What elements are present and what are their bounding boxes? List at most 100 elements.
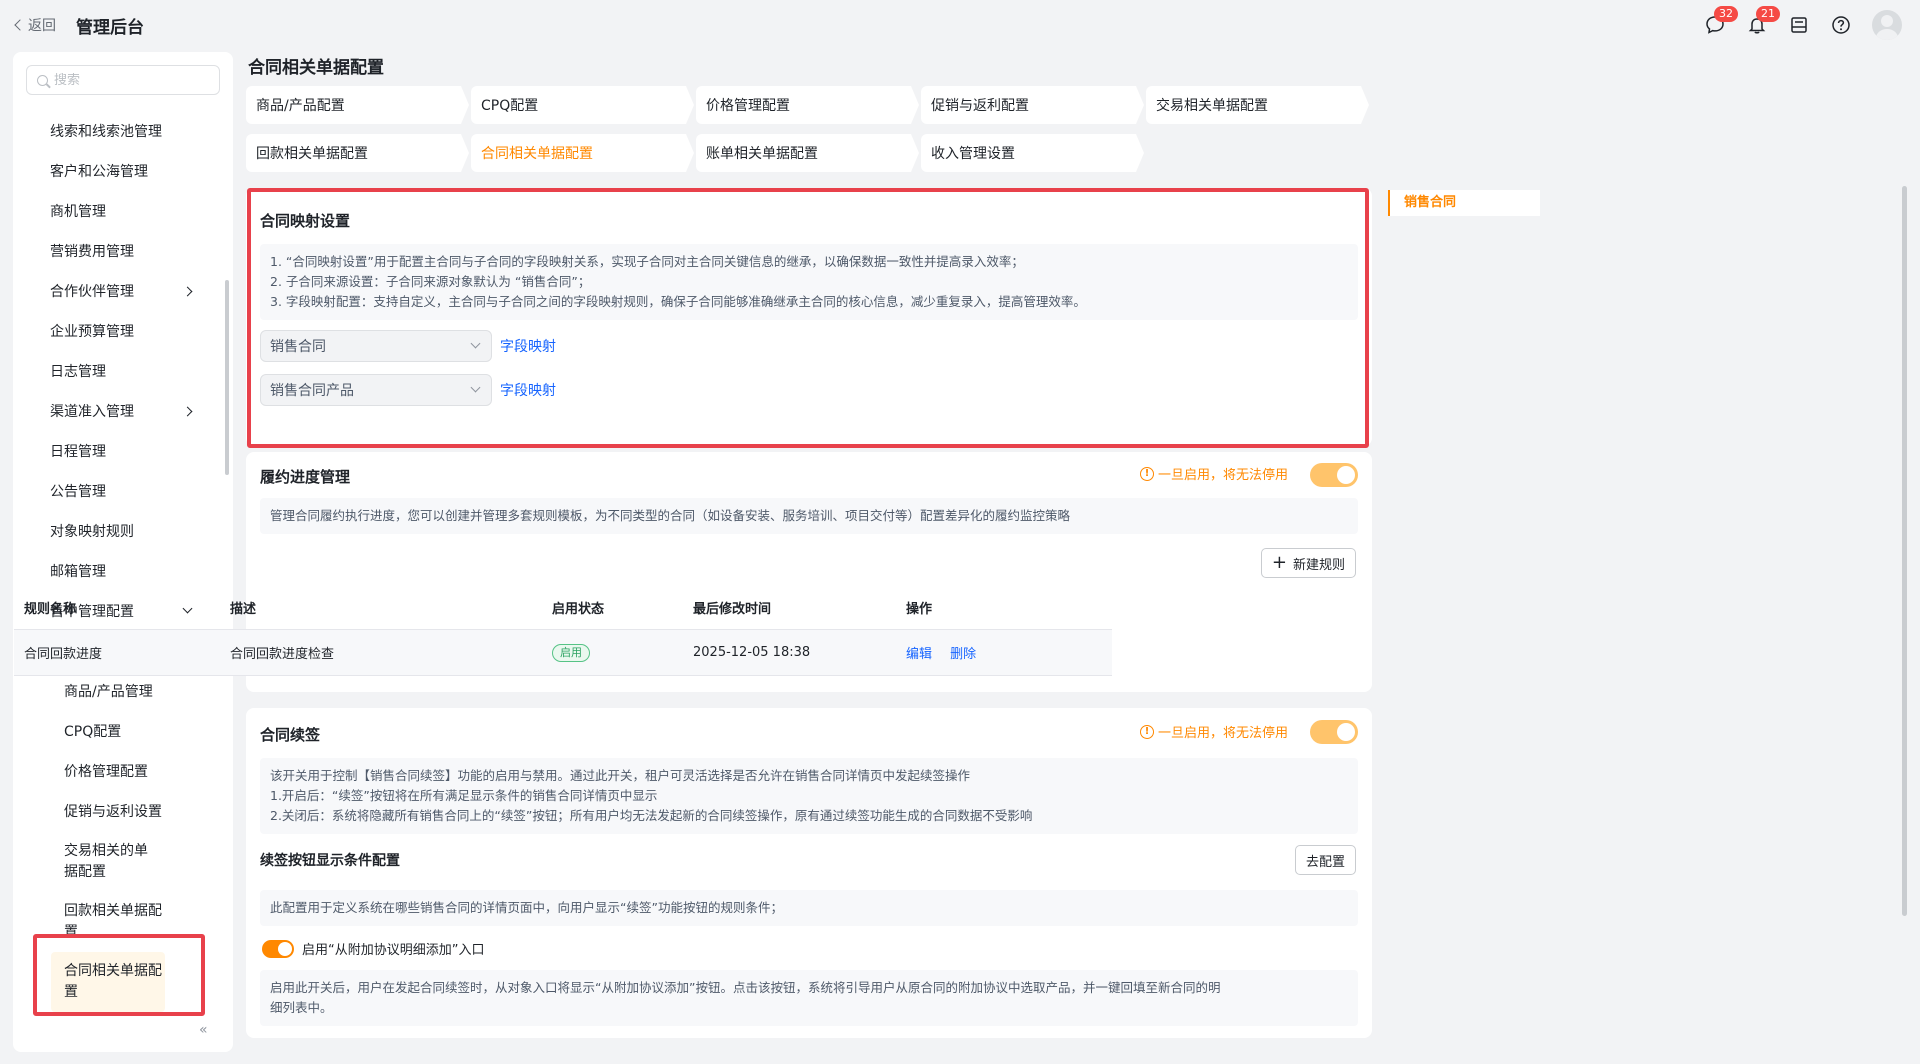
tab-cpq-config[interactable]: CPQ配置 [471,86,694,124]
sidebar-subitem-pricing[interactable]: 价格管理配置 [13,752,223,792]
note-line: 2.关闭后：系统将隐藏所有销售合同上的“续签”按钮；所有用户均无法发起新的合同续… [270,808,1033,823]
sidebar-item-label: 商品/产品管理 [64,683,153,700]
note-line: 该开关用于控制【销售合同续签】功能的启用与禁用。通过此开关，租户可灵活选择是否允… [270,768,971,783]
sidebar-item-label: 邮箱管理 [50,564,106,580]
inbox-button[interactable] [1788,14,1810,36]
tab-row-1: 商品/产品配置 CPQ配置 价格管理配置 促销与返利配置 交易相关单据配置 [246,86,1369,124]
sidebar-subitem-payment-docs[interactable]: 回款相关单据配置 [13,892,173,952]
chevron-down-icon [470,338,481,349]
sidebar-scrollbar[interactable] [225,280,229,475]
tab-label: 价格管理配置 [706,98,790,114]
renewal-sub-desc: 此配置用于定义系统在哪些销售合同的详情页面中，向用户显示“续签”功能按钮的规则条… [260,890,1358,926]
sidebar-item-label: 日志管理 [50,364,106,380]
contract-mapping-card: 合同映射设置 1. “合同映射设置”用于配置主合同与子合同的字段映射关系，实现子… [246,188,1372,446]
performance-toggle[interactable] [1310,463,1358,487]
field-mapping-link-1[interactable]: 字段映射 [500,336,556,356]
sidebar-item-label: 合同相关单据配置 [64,963,162,1000]
sidebar-item-label: CPQ配置 [64,723,122,740]
sidebar-subitem-contract-docs[interactable]: 合同相关单据配置 [51,952,165,1012]
warning-text: 一旦启用，将无法停用 [1157,726,1288,741]
tab-row-2: 回款相关单据配置 合同相关单据配置 账单相关单据配置 收入管理设置 [246,134,1144,172]
avatar[interactable] [1872,10,1902,40]
sidebar-item-leads[interactable]: 线索和线索池管理 [13,112,223,152]
edit-link[interactable]: 编辑 [906,647,932,662]
renewal-subtitle: 续签按钮显示条件配置 [260,853,400,869]
performance-title: 履约进度管理 [260,468,351,486]
chevron-right-icon [182,286,193,297]
tab-label: 促销与返利配置 [931,98,1029,114]
table-header: 规则名称 描述 启用状态 最后修改时间 操作 [14,586,1112,630]
sidebar-item-object-mapping[interactable]: 对象映射规则 [13,512,223,552]
tab-revenue-settings[interactable]: 收入管理设置 [921,134,1144,172]
sidebar-item-schedule[interactable]: 日程管理 [13,432,223,472]
column-header: 规则名称 [24,602,77,617]
go-config-button[interactable]: 去配置 [1294,845,1356,875]
top-actions: 32 21 [1704,6,1902,40]
sidebar-subitem-products[interactable]: 商品/产品管理 [13,672,223,712]
sidebar-subitem-transaction-docs[interactable]: 交易相关的单据配置 [13,832,173,892]
back-button[interactable]: 返回 [14,15,56,35]
chevron-right-icon [182,406,193,417]
tab-payment-docs[interactable]: 回款相关单据配置 [246,134,469,172]
chevron-down-icon [470,382,481,393]
tab-transaction-docs[interactable]: 交易相关单据配置 [1146,86,1369,124]
sidebar-item-opportunities[interactable]: 商机管理 [13,192,223,232]
sidebar-item-marketing-expense[interactable]: 营销费用管理 [13,232,223,272]
tab-bill-docs[interactable]: 账单相关单据配置 [696,134,919,172]
page-title: 合同相关单据配置 [248,58,384,78]
tab-label: CPQ配置 [481,98,539,114]
main-scrollbar[interactable] [1902,186,1907,916]
bell-badge: 21 [1756,6,1780,22]
help-button[interactable] [1830,14,1852,36]
column-header: 最后修改时间 [693,602,772,617]
tab-product-config[interactable]: 商品/产品配置 [246,86,469,124]
sidebar-subitem-cpq[interactable]: CPQ配置 [13,712,223,752]
collapse-sidebar-icon[interactable]: « [199,1022,208,1038]
warning-icon: ! [1139,466,1154,481]
select-value: 销售合同 [270,339,326,355]
performance-warning: ! 一旦启用，将无法停用 [1139,464,1288,483]
chat-button[interactable]: 32 [1704,6,1738,36]
tab-contract-docs[interactable]: 合同相关单据配置 [471,134,694,172]
delete-link[interactable]: 删除 [950,647,976,662]
sidebar-item-partners[interactable]: 合作伙伴管理 [13,272,223,312]
sidebar-item-label: 渠道准入管理 [50,404,134,420]
top-bar: 返回 管理后台 32 21 [0,0,1920,50]
renewal-toggle[interactable] [1310,720,1358,744]
contract-mapping-notes: 1. “合同映射设置”用于配置主合同与子合同的字段映射关系，实现子合同对主合同关… [260,244,1358,320]
addendum-toggle-label: 启用“从附加协议明细添加”入口 [302,943,485,958]
sidebar-item-label: 合作伙伴管理 [50,284,134,300]
table-row: 合同回款进度 合同回款进度检查 启用 2025-12-05 18:38 编辑 删… [14,630,1112,676]
source-product-select[interactable]: 销售合同产品 [260,374,492,406]
addendum-entry-toggle[interactable] [262,940,294,958]
field-mapping-link-2[interactable]: 字段映射 [500,380,556,400]
sidebar: 线索和线索池管理 客户和公海管理 商机管理 营销费用管理 合作伙伴管理 企业预算… [13,52,233,1052]
sidebar-item-announcements[interactable]: 公告管理 [13,472,223,512]
sidebar-item-budget[interactable]: 企业预算管理 [13,312,223,352]
search-input[interactable] [54,72,204,88]
tab-promotion-config[interactable]: 促销与返利配置 [921,86,1144,124]
search-box[interactable] [26,65,220,95]
source-object-select[interactable]: 销售合同 [260,330,492,362]
sidebar-item-label: 客户和公海管理 [50,164,148,180]
anchor-sales-contract[interactable]: 销售合同 [1388,190,1540,216]
sidebar-item-label: 交易相关的单据配置 [64,843,148,880]
sidebar-item-label: 营销费用管理 [50,244,134,260]
rule-desc: 合同回款进度检查 [230,647,335,662]
tab-label: 收入管理设置 [931,146,1015,162]
sidebar-item-label: 促销与返利设置 [64,803,162,820]
new-rule-button[interactable]: + 新建规则 [1260,548,1356,578]
chevron-left-icon [14,19,26,31]
sidebar-subitem-promotion[interactable]: 促销与返利设置 [13,792,223,832]
button-label: 新建规则 [1292,557,1345,573]
note-line: 2. 子合同来源设置：子合同来源对象默认为 “销售合同”； [270,274,591,289]
notification-button[interactable]: 21 [1746,6,1780,36]
sidebar-item-logs[interactable]: 日志管理 [13,352,223,392]
tab-label: 交易相关单据配置 [1156,98,1268,114]
sidebar-item-customers[interactable]: 客户和公海管理 [13,152,223,192]
sidebar-item-label: 公告管理 [50,484,106,500]
tab-price-config[interactable]: 价格管理配置 [696,86,919,124]
sidebar-item-channel-access[interactable]: 渠道准入管理 [13,392,223,432]
sidebar-item-label: 回款相关单据配置 [64,903,162,940]
note-line: 启用此开关后，用户在发起合同续签时，从对象入口将显示“从附加协议添加”按钮。点击… [270,980,1221,995]
